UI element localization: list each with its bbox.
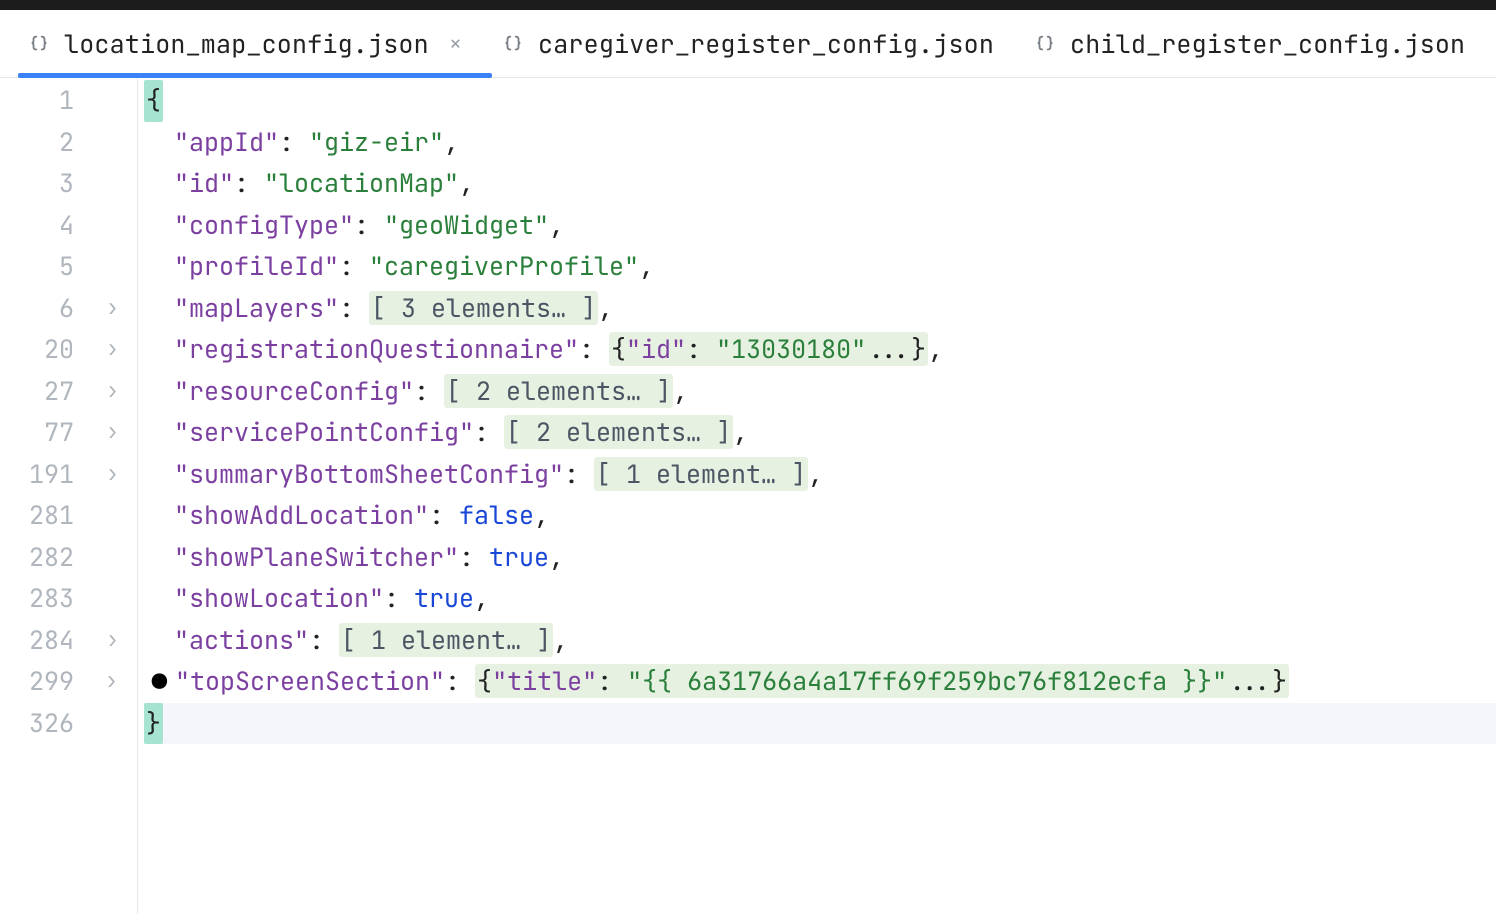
fold-marker — [88, 205, 137, 247]
code-line[interactable]: "configType": "geoWidget", — [144, 205, 1496, 247]
code-line[interactable]: "appId": "giz-eir", — [144, 122, 1496, 164]
tab-location-map-config-json[interactable]: location_map_config.json × — [18, 10, 492, 77]
chevron-right-icon[interactable]: › — [106, 328, 119, 370]
close-tab-icon[interactable]: × — [449, 29, 462, 58]
line-number: 6 — [0, 288, 74, 330]
code-line[interactable]: "showPlaneSwitcher": true, — [144, 537, 1496, 579]
line-number: 4 — [0, 205, 74, 247]
fold-marker[interactable]: › — [88, 661, 137, 703]
code-line[interactable]: } — [144, 703, 1496, 745]
chevron-right-icon[interactable]: › — [106, 287, 119, 329]
code-line[interactable]: "showAddLocation": false, — [144, 495, 1496, 537]
json-file-icon — [502, 33, 524, 55]
fold-marker — [88, 80, 137, 122]
fold-marker — [88, 578, 137, 620]
folded-region[interactable]: [ 2 elements… ] — [504, 415, 733, 449]
line-number-gutter: 123456202777191281282283284299326 — [0, 78, 88, 914]
fold-marker[interactable]: › — [88, 288, 137, 330]
folded-region[interactable]: {"id": "13030180"...} — [609, 332, 928, 366]
fold-marker — [88, 537, 137, 579]
chevron-right-icon[interactable]: › — [106, 411, 119, 453]
fold-marker — [88, 163, 137, 205]
code-editor[interactable]: 123456202777191281282283284299326 ››››››… — [0, 78, 1496, 914]
line-number: 5 — [0, 246, 74, 288]
line-number: 2 — [0, 122, 74, 164]
folded-region[interactable]: [ 3 elements… ] — [369, 291, 598, 325]
code-line[interactable]: "showLocation": true, — [144, 578, 1496, 620]
fold-marker — [88, 495, 137, 537]
line-number: 283 — [0, 578, 74, 620]
json-file-icon — [28, 33, 50, 55]
chevron-right-icon[interactable]: › — [106, 370, 119, 412]
line-number: 281 — [0, 495, 74, 537]
window-topbar — [0, 0, 1496, 10]
fold-marker[interactable]: › — [88, 371, 137, 413]
tab-caregiver-register-config-json[interactable]: caregiver_register_config.json — [492, 10, 1024, 77]
fold-marker[interactable]: › — [88, 454, 137, 496]
json-file-icon — [1034, 33, 1056, 55]
tab-bar: location_map_config.json × caregiver_regis… — [0, 10, 1496, 78]
line-number: 282 — [0, 537, 74, 579]
tab-label: child_register_config.json — [1070, 27, 1465, 61]
code-area[interactable]: {"appId": "giz-eir","id": "locationMap",… — [138, 78, 1496, 914]
line-number: 1 — [0, 80, 74, 122]
code-line[interactable]: "servicePointConfig": [ 2 elements… ], — [144, 412, 1496, 454]
code-line[interactable]: "id": "locationMap", — [144, 163, 1496, 205]
fold-marker — [88, 122, 137, 164]
code-line[interactable]: "profileId": "caregiverProfile", — [144, 246, 1496, 288]
folded-region[interactable]: [ 1 element… ] — [594, 457, 808, 491]
folded-region[interactable]: [ 2 elements… ] — [444, 374, 673, 408]
chevron-right-icon[interactable]: › — [106, 619, 119, 661]
code-line[interactable]: "mapLayers": [ 3 elements… ], — [144, 288, 1496, 330]
line-number: 3 — [0, 163, 74, 205]
chevron-right-icon[interactable]: › — [106, 453, 119, 495]
line-number: 27 — [0, 371, 74, 413]
fold-gutter: ››››››› — [88, 78, 138, 914]
code-line[interactable]: ●"topScreenSection": {"title": "{{ 6a317… — [144, 661, 1496, 703]
chevron-right-icon[interactable]: › — [105, 660, 118, 702]
code-line[interactable]: "resourceConfig": [ 2 elements… ], — [144, 371, 1496, 413]
line-number: 191 — [0, 454, 74, 496]
fold-marker — [88, 246, 137, 288]
code-line[interactable]: { — [144, 80, 1496, 122]
intention-bulb-icon[interactable]: ● — [152, 664, 167, 698]
fold-marker[interactable]: › — [88, 620, 137, 662]
line-number: 77 — [0, 412, 74, 454]
tab-label: location_map_config.json — [64, 27, 429, 61]
fold-marker — [88, 703, 137, 745]
line-number: 284 — [0, 620, 74, 662]
fold-marker[interactable]: › — [88, 412, 137, 454]
code-line[interactable]: "summaryBottomSheetConfig": [ 1 element…… — [144, 454, 1496, 496]
tab-label: caregiver_register_config.json — [538, 27, 994, 61]
line-number: 20 — [0, 329, 74, 371]
folded-region[interactable]: {"title": "{{ 6a31766a4a17ff69f259bc76f8… — [475, 664, 1289, 698]
line-number: 299 — [0, 661, 74, 703]
tab-child-register-config-json[interactable]: child_register_config.json — [1024, 10, 1495, 77]
line-number: 326 — [0, 703, 74, 745]
folded-region[interactable]: [ 1 element… ] — [339, 623, 553, 657]
fold-marker[interactable]: › — [88, 329, 137, 371]
code-line[interactable]: "actions": [ 1 element… ], — [144, 620, 1496, 662]
code-line[interactable]: "registrationQuestionnaire": {"id": "130… — [144, 329, 1496, 371]
